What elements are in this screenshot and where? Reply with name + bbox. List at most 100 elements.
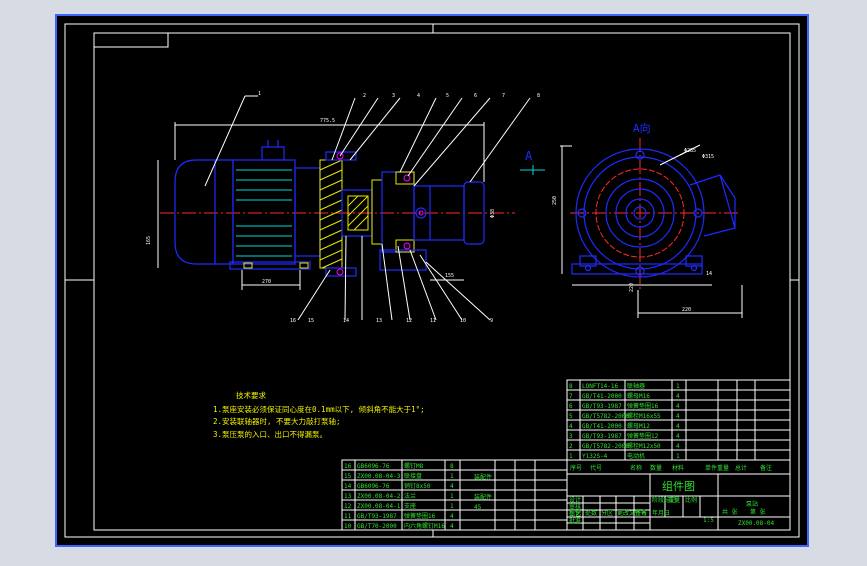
title-row-label: 签名: [635, 509, 647, 517]
parts-header-cell: 数量: [650, 464, 662, 472]
parts-lower-code: ZX00.08-04-1: [357, 503, 401, 510]
parts-lower-code: ZX00.08-04-3: [357, 473, 401, 480]
title-label: 第 张: [750, 508, 766, 516]
parts-upper-name: 电动机: [627, 452, 645, 460]
parts-header-cell: 材料: [672, 464, 684, 472]
parts-lower-no: 12: [344, 503, 352, 510]
parts-upper-qty: 4: [676, 393, 680, 400]
tech-notes-title: 技术要求: [236, 390, 266, 400]
parts-upper-name: 螺母M12: [627, 422, 650, 430]
parts-upper-no: 6: [569, 403, 573, 410]
balloon-14: 14: [343, 318, 349, 324]
parts-lower-qty: 4: [450, 513, 454, 520]
dim-overall-length: 775.5: [320, 118, 335, 124]
balloon-9: 9: [490, 318, 493, 324]
dim-shaft: Φ38: [490, 209, 496, 218]
parts-upper-qty: 1: [676, 383, 680, 390]
title-role: 批准: [569, 517, 581, 525]
parts-upper-qty: 4: [676, 423, 680, 430]
parts-lower-name: 内六角螺钉M16: [404, 522, 445, 530]
view-arrow-label: A: [525, 149, 533, 163]
drawing-number: ZX00.08-04: [738, 520, 775, 527]
parts-lower-no: 14: [344, 483, 352, 490]
parts-header-cell: 总计: [735, 464, 747, 472]
side-view-label: A向: [633, 121, 651, 135]
dim-foot: 270: [262, 279, 271, 285]
side-dim-base: 220: [629, 283, 635, 292]
parts-lower-note: 45: [474, 504, 482, 511]
balloon-8: 8: [537, 93, 540, 99]
parts-lower-code: GB6096-76: [357, 483, 390, 490]
balloon-6: 6: [474, 93, 477, 99]
tech-note-3: 3.泵压泵的入口、出口不得漏泵。: [213, 429, 327, 439]
drawing-name: 组件图: [662, 479, 695, 493]
parts-header-cell: 代号: [590, 464, 602, 472]
parts-lower-no: 15: [344, 473, 352, 480]
parts-lower-name: 螺钉M8: [404, 462, 424, 470]
parts-upper-code: GB/T41-2000: [582, 393, 622, 400]
balloon-5: 5: [446, 93, 449, 99]
parts-upper-no: 8: [569, 383, 573, 390]
title-row-labels: 标记 处数 分区 更改文件号签名 年月日: [569, 509, 670, 517]
title-row-label: 处数: [585, 509, 597, 517]
balloon-3: 3: [392, 93, 395, 99]
parts-upper-qty: 1: [676, 453, 680, 460]
balloon-12: 12: [406, 318, 412, 324]
side-dim-outer-dia: Φ315: [702, 154, 714, 160]
parts-upper-name: 螺栓M16x55: [627, 412, 661, 420]
parts-upper-qty: 4: [676, 433, 680, 440]
parts-header-cell: 单件重量: [705, 464, 729, 472]
parts-upper-code: LONFT14-16: [582, 383, 619, 390]
balloon-13: 13: [376, 318, 382, 324]
parts-lower-no: 11: [344, 513, 352, 520]
parts-upper-no: 2: [569, 443, 573, 450]
balloon-4: 4: [417, 93, 420, 99]
parts-header-cell: 序号: [570, 464, 582, 472]
balloon-16: 16: [290, 318, 296, 324]
title-row-label: 年月日: [652, 509, 670, 517]
parts-upper-name: 弹簧垫圈16: [627, 402, 659, 410]
side-dim-hole: 14: [706, 271, 712, 277]
parts-upper-qty: 4: [676, 443, 680, 450]
side-dim-height: 250: [552, 196, 558, 205]
parts-upper-name: 螺栓M12x50: [627, 442, 661, 450]
parts-lower-name: 法兰: [404, 492, 416, 500]
balloon-7: 7: [502, 93, 505, 99]
parts-lower-qty: 1: [450, 503, 454, 510]
parts-upper-name: 弹簧垫圈12: [627, 432, 659, 440]
parts-upper-no: 7: [569, 393, 573, 400]
dim-pump: 155: [445, 273, 454, 279]
parts-lower-no: 13: [344, 493, 352, 500]
parts-lower-no: 10: [344, 523, 352, 530]
parts-lower-qty: 4: [450, 523, 454, 530]
parts-lower-code: GB/T70-2000: [357, 523, 397, 530]
cad-viewport[interactable]: 775.5 165 270 155 Φ38 1 2 3 4 5 6 7 8 9 …: [0, 0, 867, 562]
parts-lower-qty: 1: [450, 473, 454, 480]
balloon-15: 15: [308, 318, 314, 324]
parts-upper-qty: 4: [676, 413, 680, 420]
parts-upper-name: 螺母M16: [627, 392, 650, 400]
tech-note-1: 1.泵座安装必须保证同心度在0.1mm以下, 倾斜角不能大于1°;: [213, 404, 425, 414]
title-role: 设计: [569, 496, 581, 504]
parts-lower-note: 装配件: [474, 473, 492, 481]
dim-height: 165: [146, 236, 152, 245]
side-dim-width: 220: [682, 307, 691, 313]
parts-lower-code: GB/T93-1987: [357, 513, 397, 520]
scale-value: 1:5: [703, 517, 714, 524]
parts-upper-no: 3: [569, 433, 573, 440]
parts-upper-code: GB/T93-1987: [582, 433, 622, 440]
parts-lower-name: 弹簧垫圈16: [404, 512, 436, 520]
parts-upper-code: GB/T41-2000: [582, 423, 622, 430]
parts-lower-qty: 4: [450, 483, 454, 490]
balloon-11: 11: [430, 318, 436, 324]
tech-note-2: 2.安装联轴器时, 不要大力敲打泵轴;: [213, 416, 341, 426]
title-label: 比例: [685, 496, 697, 504]
parts-lower-qty: 8: [450, 463, 454, 470]
side-dim-bolt-dia: Φ285: [684, 148, 696, 154]
title-row-label: 分区: [601, 509, 613, 517]
parts-lower-name: 支座: [404, 502, 416, 510]
parts-header-cell: 备注: [760, 464, 772, 472]
parts-upper-code: GB/T93-1987: [582, 403, 622, 410]
parts-upper-no: 1: [569, 453, 573, 460]
parts-lower-code: ZX00.08-04-2: [357, 493, 401, 500]
